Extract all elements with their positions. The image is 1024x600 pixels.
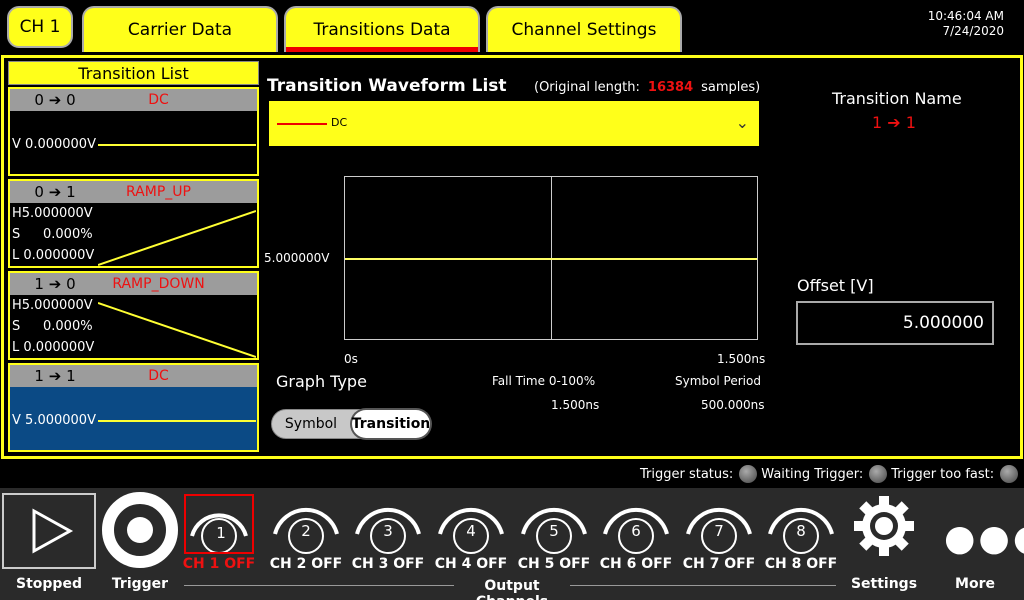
trigger-button[interactable] [102, 492, 178, 568]
original-length-count: 16384 [647, 80, 694, 95]
gear-icon[interactable] [852, 494, 916, 558]
waveform-select-value: DC [331, 116, 348, 129]
channel-4-button[interactable]: 4 [436, 494, 506, 554]
tab-transitions-data[interactable]: Transitions Data [284, 6, 480, 52]
dc-waveform-icon [98, 144, 256, 146]
bottom-toolbar: Stopped Trigger 1 CH 1 OFF 2 CH 2 OFF 3 … [0, 488, 1024, 600]
high-value-label: H5.000000V [12, 206, 93, 221]
fall-time-value: 1.500ns [551, 398, 600, 412]
run-stop-button[interactable] [2, 493, 96, 569]
trigger-status-label: Trigger status: [640, 466, 734, 482]
channel-3-button[interactable]: 3 [353, 494, 423, 554]
transition-value-label: V 0.000000V [12, 137, 96, 152]
channel-1-button[interactable]: 1 [184, 494, 254, 554]
transition-item-header: 0 ➔ 0 DC [10, 89, 257, 111]
trigger-label: Trigger [111, 576, 169, 592]
original-length: (Original length: 16384 samples) [534, 80, 761, 95]
channel-7-button[interactable]: 7 [684, 494, 754, 554]
graph-type-toggle[interactable]: Symbol Transition [271, 409, 430, 439]
graph-type-transition[interactable]: Transition [352, 410, 430, 438]
transition-item-header: 0 ➔ 1 RAMP_UP [10, 181, 257, 203]
output-channels-label: Output Channels [476, 578, 548, 600]
waveform-list-title: Transition Waveform List [267, 76, 507, 96]
fall-time-label: Fall Time 0-100% [492, 374, 596, 388]
channel-2-label: CH 2 OFF [269, 556, 343, 572]
transition-item-1-1[interactable]: 1 ➔ 1 DC V 5.000000V [8, 363, 259, 452]
transition-item-header: 1 ➔ 0 RAMP_DOWN [10, 273, 257, 295]
trigger-too-fast-led-icon [1000, 465, 1019, 483]
graph-type-label: Graph Type [276, 372, 367, 391]
play-icon [32, 508, 74, 554]
channel-6-button[interactable]: 6 [601, 494, 671, 554]
trigger-status-row: Trigger status: Waiting Trigger: Trigger… [640, 465, 1022, 483]
graph-x-start: 0s [344, 352, 358, 366]
offset-input[interactable]: 5.000000 [796, 301, 994, 345]
graph-type-symbol[interactable]: Symbol [272, 410, 350, 438]
waveform-trace [345, 258, 757, 260]
transition-name-value: 1 ➔ 1 [872, 113, 916, 132]
tab-carrier-data[interactable]: Carrier Data [82, 6, 278, 52]
clock-time: 10:46:04 AM [927, 9, 1004, 23]
trigger-too-fast-label: Trigger too fast: [891, 466, 995, 482]
channel-3-label: CH 3 OFF [351, 556, 425, 572]
waiting-trigger-label: Waiting Trigger: [761, 466, 864, 482]
step-value: 0.000% [43, 227, 93, 242]
transition-item-1-0[interactable]: 1 ➔ 0 RAMP_DOWN H5.000000V S 0.000% L 0.… [8, 271, 259, 360]
channel-8-button[interactable]: 8 [766, 494, 836, 554]
waveform-graph [344, 176, 758, 340]
high-value-label: H5.000000V [12, 298, 93, 313]
transition-name-label: Transition Name [832, 89, 962, 108]
channel-8-label: CH 8 OFF [764, 556, 838, 572]
step-value: 0.000% [43, 319, 93, 334]
transition-item-0-1[interactable]: 0 ➔ 1 RAMP_UP H5.000000V S 0.000% L 0.00… [8, 179, 259, 268]
chevron-down-icon: ⌄ [735, 113, 749, 132]
symbol-period-value: 500.000ns [701, 398, 765, 412]
offset-label: Offset [V] [797, 276, 874, 295]
channel-1-label: CH 1 OFF [182, 556, 256, 572]
low-value-label: L 0.000000V [12, 340, 95, 355]
transition-list-title: Transition List [8, 61, 259, 85]
more-label: More [955, 576, 995, 592]
transition-type: RAMP_DOWN [112, 276, 205, 292]
transition-type: RAMP_UP [126, 184, 191, 200]
channel-2-button[interactable]: 2 [271, 494, 341, 554]
transition-value-label: V 5.000000V [12, 413, 96, 428]
channel-7-label: CH 7 OFF [682, 556, 756, 572]
symbol-period-label: Symbol Period [675, 374, 761, 388]
clock: 10:46:04 AM 7/24/2020 [928, 9, 1004, 39]
trigger-status-led-icon [739, 465, 758, 483]
graph-x-end: 1.500ns [717, 352, 766, 366]
stopped-label: Stopped [16, 576, 82, 592]
channel-4-label: CH 4 OFF [434, 556, 508, 572]
more-icon[interactable]: ●●● [944, 518, 1024, 559]
transition-type: DC [148, 368, 169, 384]
graph-y-label: 5.000000V [264, 251, 330, 265]
transitions-panel: Transition List 0 ➔ 0 DC V 0.000000V 0 ➔… [1, 55, 1023, 459]
dc-waveform-icon [98, 420, 256, 422]
transition-item-header: 1 ➔ 1 DC [10, 365, 257, 387]
step-label: S [12, 227, 21, 242]
waiting-trigger-led-icon [869, 465, 888, 483]
waveform-select[interactable]: DC ⌄ [269, 101, 759, 146]
channel-6-label: CH 6 OFF [599, 556, 673, 572]
low-value-label: L 0.000000V [12, 248, 95, 263]
channel-5-button[interactable]: 5 [519, 494, 589, 554]
ramp-up-waveform-icon [98, 210, 256, 266]
settings-label: Settings [850, 576, 918, 592]
clock-date: 7/24/2020 [942, 24, 1004, 38]
transition-type: DC [148, 92, 169, 108]
ramp-down-waveform-icon [98, 302, 256, 358]
step-label: S [12, 319, 21, 334]
channel-select-button[interactable]: CH 1 [7, 6, 73, 48]
channel-5-label: CH 5 OFF [517, 556, 591, 572]
transition-item-0-0[interactable]: 0 ➔ 0 DC V 0.000000V [8, 87, 259, 176]
waveform-color-swatch [277, 123, 327, 125]
tab-channel-settings[interactable]: Channel Settings [486, 6, 682, 52]
